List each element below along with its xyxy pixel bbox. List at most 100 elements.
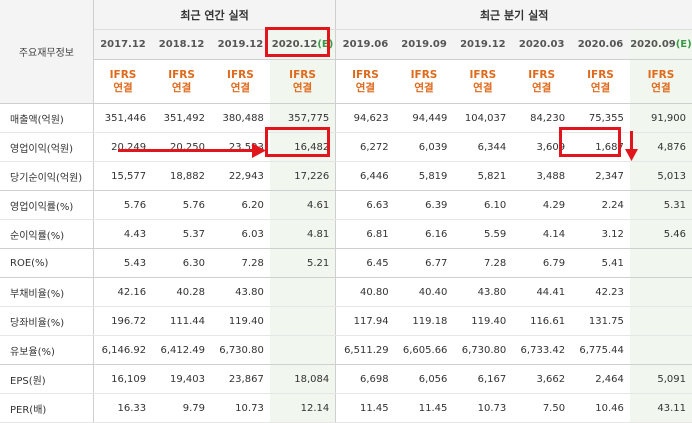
consolidated-text: 연결: [113, 81, 133, 94]
ifrs-consolidated-label: IFRS 연결: [269, 59, 337, 104]
table-cell: 5,013: [629, 161, 692, 191]
estimate-mark: (E): [675, 39, 692, 50]
table-cell: [629, 306, 692, 336]
table-cell: 5.37: [152, 219, 211, 249]
table-cell: 6,446: [335, 161, 395, 191]
period-header: 2020.03: [512, 29, 572, 60]
quarter-title: 최근 분기 실적: [335, 0, 692, 30]
table-cell: 6.30: [152, 248, 211, 278]
table-cell: [269, 335, 337, 365]
table-cell: 3.12: [571, 219, 630, 249]
table-cell: 5.31: [629, 190, 692, 220]
table-row: ROE(%) 5.43 6.30 7.28 5.21 6.45 6.77 7.28 6.79 5.…: [0, 248, 692, 278]
row-label: EPS(원): [0, 364, 94, 394]
table-cell: 3,488: [512, 161, 572, 191]
table-cell: [629, 335, 692, 365]
table-cell: 2,347: [571, 161, 630, 191]
table-row: 순이익률(%) 4.43 5.37 6.03 4.81 6.81 6.16 5.59 4.14 3…: [0, 219, 692, 249]
table-cell: 11.45: [335, 393, 395, 423]
table-cell: 16,109: [93, 364, 153, 394]
table-cell: 6.03: [210, 219, 270, 249]
consolidated-text: 연결: [414, 81, 434, 94]
row-label: 영업이익률(%): [0, 190, 94, 220]
table-cell: 5.21: [269, 248, 337, 278]
table-cell: 119.40: [453, 306, 513, 336]
table-cell: 43.11: [629, 393, 692, 423]
table-cell: 119.40: [210, 306, 270, 336]
period-date: 2019.06: [342, 39, 389, 50]
table-cell: 5,819: [394, 161, 454, 191]
ifrs-consolidated-label: IFRS 연결: [571, 59, 630, 104]
period-header: 2020.06: [571, 29, 630, 60]
ifrs-consolidated-label: IFRS 연결: [453, 59, 513, 104]
period-header: 2019.09: [394, 29, 454, 60]
ifrs-consolidated-label: IFRS 연결: [152, 59, 211, 104]
table-cell: 4,876: [629, 132, 692, 162]
financial-summary-table: 주요재무정보 최근 연간 실적 최근 분기 실적 2017.12 2018.12 2…: [0, 0, 692, 423]
table-cell: 40.40: [394, 277, 454, 307]
table-cell: 196.72: [93, 306, 153, 336]
ifrs-text: IFRS: [227, 68, 254, 81]
table-cell: 6.79: [512, 248, 572, 278]
table-cell: 23,867: [210, 364, 270, 394]
red-arrow-right-shaft: [118, 149, 256, 152]
table-cell: 40.28: [152, 277, 211, 307]
ifrs-consolidated-label: IFRS 연결: [512, 59, 572, 104]
consolidated-text: 연결: [230, 81, 251, 94]
table-cell: [629, 277, 692, 307]
consolidated-text: 연결: [590, 81, 611, 94]
table-cell: 4.43: [93, 219, 153, 249]
annual-title: 최근 연간 실적: [93, 0, 337, 30]
table-cell: 15,577: [93, 161, 153, 191]
row-header-label: 주요재무정보: [0, 0, 94, 104]
table-cell: 17,226: [269, 161, 337, 191]
consolidated-text: 연결: [292, 81, 313, 94]
ifrs-text: IFRS: [410, 68, 438, 81]
table-cell: 6,605.66: [394, 335, 454, 365]
table-cell: 7.28: [210, 248, 270, 278]
table-cell: 116.61: [512, 306, 572, 336]
table-cell: 5.43: [93, 248, 153, 278]
table-cell: 6.63: [335, 190, 395, 220]
period-header: 2019.12: [453, 29, 513, 60]
table-cell: 5.46: [629, 219, 692, 249]
period-header: 2020.09(E): [629, 29, 692, 60]
table-cell: 5.41: [571, 248, 630, 278]
table-cell: 43.80: [210, 277, 270, 307]
table-cell: 6.10: [453, 190, 513, 220]
table-cell: 3,662: [512, 364, 572, 394]
period-header: 2017.12: [93, 29, 153, 60]
table-cell: 6.45: [335, 248, 395, 278]
table-cell: 117.94: [335, 306, 395, 336]
row-label: 유보율(%): [0, 335, 94, 365]
table-cell: 40.80: [335, 277, 395, 307]
period-date: 2019.12: [460, 39, 506, 50]
ifrs-consolidated-label: IFRS 연결: [93, 59, 153, 104]
table-cell: 20,249: [93, 132, 153, 162]
table-cell: 111.44: [152, 306, 211, 336]
table-cell: 6,412.49: [152, 335, 211, 365]
table-cell: 4.61: [269, 190, 337, 220]
table-row: EPS(원) 16,109 19,403 23,867 18,084 6,698 6,056…: [0, 364, 692, 394]
table-cell: 22,943: [210, 161, 270, 191]
ifrs-consolidated-label: IFRS 연결: [210, 59, 270, 104]
table-cell: 6,698: [335, 364, 395, 394]
table-cell: 6,056: [394, 364, 454, 394]
period-date: 2019.09: [401, 39, 447, 50]
ifrs-text: IFRS: [587, 68, 614, 81]
table-cell: 11.45: [394, 393, 454, 423]
ifrs-text: IFRS: [289, 68, 316, 81]
table-cell: 6,775.44: [571, 335, 630, 365]
table-cell: 6,146.92: [93, 335, 153, 365]
table-cell: [629, 248, 692, 278]
table-cell: 131.75: [571, 306, 630, 336]
table-cell: [269, 277, 337, 307]
table-cell: 119.18: [394, 306, 454, 336]
table-cell: 7.28: [453, 248, 513, 278]
table-cell: 6,733.42: [512, 335, 572, 365]
table-cell: 2.24: [571, 190, 630, 220]
consolidated-text: 연결: [171, 81, 192, 94]
table-cell: 6.20: [210, 190, 270, 220]
table-cell: 10.73: [210, 393, 270, 423]
table-cell: 5.59: [453, 219, 513, 249]
